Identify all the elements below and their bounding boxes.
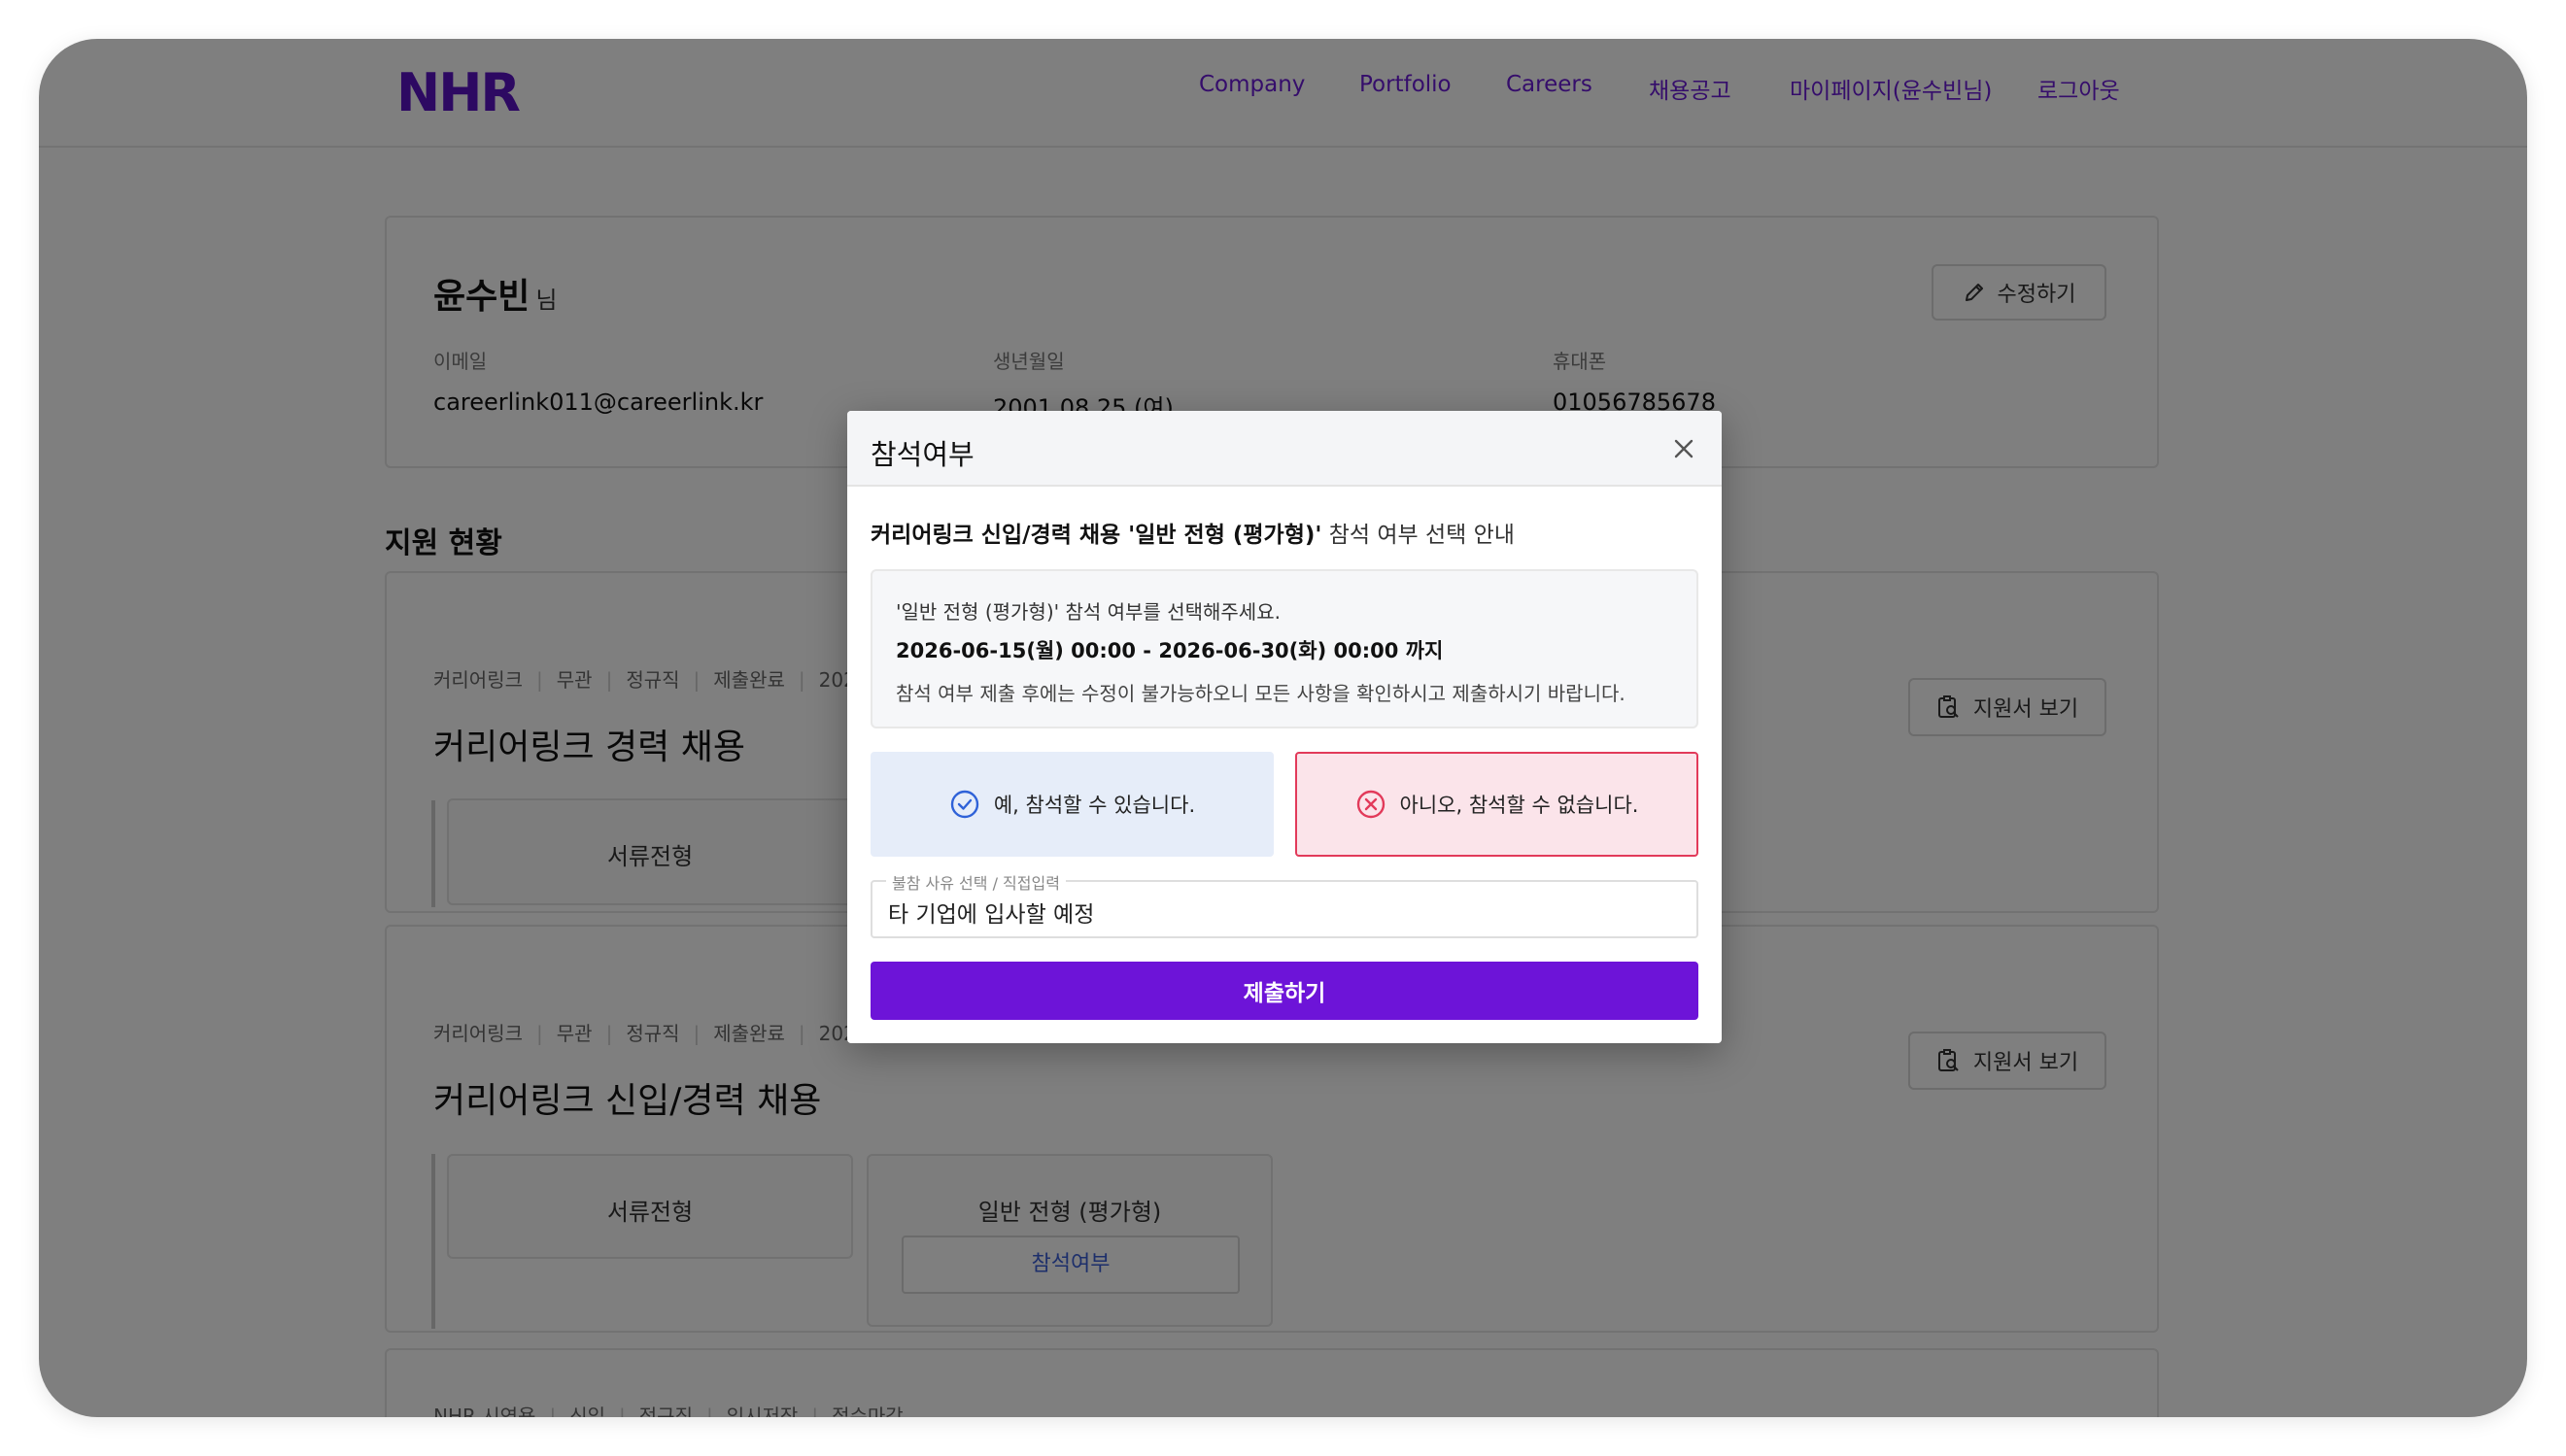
- close-icon[interactable]: [1671, 436, 1696, 461]
- absence-reason-field[interactable]: 불참 사유 선택 / 직접입력 타 기업에 입사할 예정: [871, 870, 1698, 938]
- absence-reason-value[interactable]: 타 기업에 입사할 예정: [888, 896, 1094, 929]
- info-instruction: '일반 전형 (평가형)' 참석 여부를 선택해주세요.: [896, 600, 1281, 624]
- modal-header: 참석여부: [847, 411, 1722, 487]
- x-circle-icon: [1356, 790, 1385, 819]
- check-circle-icon: [950, 790, 979, 819]
- attendance-modal: 참석여부 커리어링크 신입/경력 채용 '일반 전형 (평가형)' 참석 여부 …: [847, 411, 1722, 1043]
- schedule-info-box: '일반 전형 (평가형)' 참석 여부를 선택해주세요. 2026-06-15(…: [871, 569, 1698, 728]
- info-notice: 참석 여부 제출 후에는 수정이 불가능하오니 모든 사항을 확인하시고 제출하…: [896, 682, 1625, 705]
- info-deadline: 2026-06-15(월) 00:00 - 2026-06-30(화) 00:0…: [896, 639, 1444, 662]
- absence-reason-label: 불참 사유 선택 / 직접입력: [886, 870, 1066, 894]
- attend-yes-label: 예, 참석할 수 있습니다.: [993, 794, 1196, 817]
- app-window: NHR Company Portfolio Careers 채용공고 마이페이지…: [39, 39, 2527, 1417]
- mypage: NHR Company Portfolio Careers 채용공고 마이페이지…: [39, 39, 2527, 1417]
- attend-no-label: 아니오, 참석할 수 없습니다.: [1399, 794, 1639, 817]
- modal-subtitle: 커리어링크 신입/경력 채용 '일반 전형 (평가형)' 참석 여부 선택 안내: [871, 523, 1515, 548]
- attend-yes-option[interactable]: 예, 참석할 수 있습니다.: [871, 752, 1274, 857]
- attend-no-option[interactable]: 아니오, 참석할 수 없습니다.: [1295, 752, 1698, 857]
- modal-title: 참석여부: [871, 438, 975, 471]
- submit-button[interactable]: 제출하기: [871, 962, 1698, 1020]
